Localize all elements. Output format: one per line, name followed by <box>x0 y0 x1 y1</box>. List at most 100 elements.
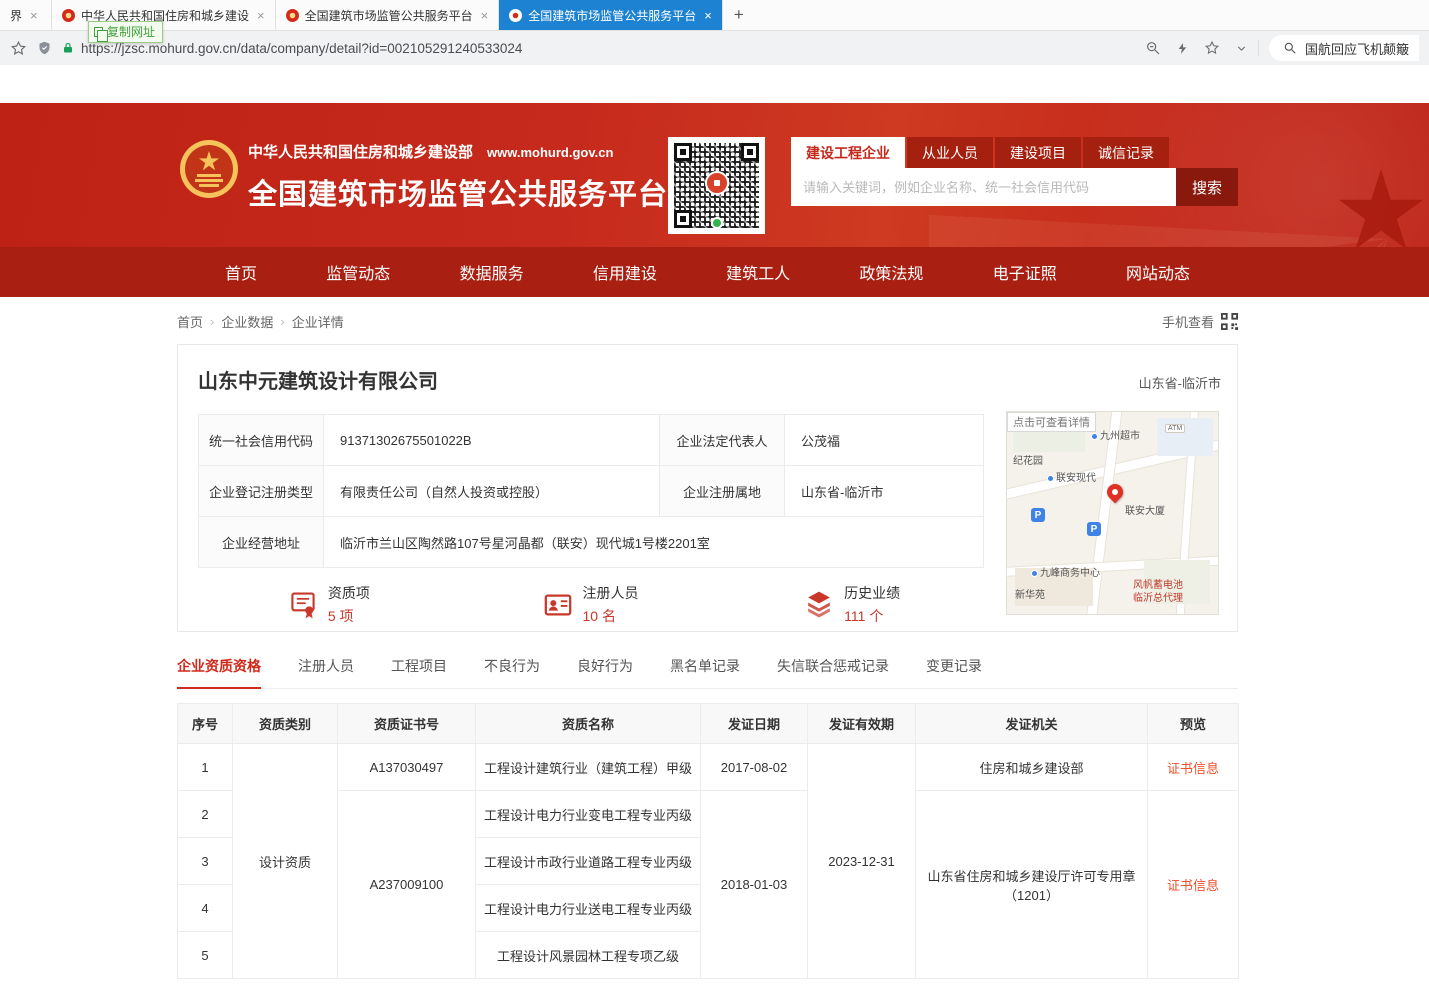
certificate-info-link[interactable]: 证书信息 <box>1148 791 1239 979</box>
poi-marker-icon <box>1091 433 1098 440</box>
mobile-view-label: 手机查看 <box>1162 312 1214 331</box>
atm-badge: ATM <box>1165 424 1185 433</box>
copy-url-tooltip: 复制网址 <box>88 21 163 43</box>
mobile-view-button[interactable]: 手机查看 <box>1162 312 1238 331</box>
cell-validity: 2023-12-31 <box>808 744 916 979</box>
nav-item-e-license[interactable]: 电子证照 <box>993 260 1057 284</box>
nav-item-site-news[interactable]: 网站动态 <box>1126 260 1190 284</box>
chevron-down-icon[interactable] <box>1235 42 1248 55</box>
close-icon[interactable] <box>257 8 265 23</box>
stat-qualifications: 资质项 5 项 <box>198 583 460 626</box>
nav-item-data-service[interactable]: 数据服务 <box>460 260 524 284</box>
search-tab-construction-enterprise[interactable]: 建设工程企业 <box>791 137 905 168</box>
tab-title: 全国建筑市场监管公共服务平台 <box>305 7 473 24</box>
close-icon[interactable] <box>481 8 489 23</box>
field-label: 统一社会信用代码 <box>199 415 324 466</box>
favorite-star-icon[interactable] <box>1204 40 1220 56</box>
qr-corner-icon <box>674 210 692 228</box>
platform-title: 全国建筑市场监管公共服务平台 <box>248 171 668 213</box>
close-icon[interactable] <box>30 8 38 23</box>
qualification-table: 序号 资质类别 资质证书号 资质名称 发证日期 发证有效期 发证机关 预览 1 … <box>177 703 1239 979</box>
field-value-legal-rep: 公茂福 <box>785 415 984 466</box>
platform-search-input[interactable] <box>791 168 1176 206</box>
map-poi-label: 九峰商务中心 <box>1031 564 1100 579</box>
search-category-tabs: 建设工程企业 从业人员 建设项目 诚信记录 <box>791 137 1238 168</box>
new-tab-button[interactable] <box>723 0 755 30</box>
col-header: 发证日期 <box>701 704 808 744</box>
tab-qualifications[interactable]: 企业资质资格 <box>177 656 261 689</box>
nav-item-home[interactable]: 首页 <box>225 260 257 284</box>
brand-block: 中华人民共和国住房和城乡建设部 www.mohurd.gov.cn 全国建筑市场… <box>248 141 668 213</box>
tab-blacklist[interactable]: 黑名单记录 <box>670 656 740 688</box>
browser-addressbar: https://jzsc.mohurd.gov.cn/data/company/… <box>0 31 1429 65</box>
bookmark-star-icon[interactable] <box>10 40 27 57</box>
breadcrumb-separator-icon <box>280 314 284 329</box>
breadcrumb-separator-icon <box>210 314 214 329</box>
browser-tab-jzsc-active[interactable]: 全国建筑市场监管公共服务平台 <box>499 0 723 30</box>
url-field[interactable]: https://jzsc.mohurd.gov.cn/data/company/… <box>62 41 1135 56</box>
search-tab-practitioners[interactable]: 从业人员 <box>907 137 993 168</box>
platform-search-area: 建设工程企业 从业人员 建设项目 诚信记录 搜索 <box>791 137 1238 206</box>
cell-cert-no: A137030497 <box>338 744 476 791</box>
shield-icon[interactable] <box>37 40 52 56</box>
field-value-registration-type: 有限责任公司（自然人投资或控股） <box>324 466 660 517</box>
flash-icon[interactable] <box>1176 41 1189 56</box>
lock-icon <box>62 41 74 55</box>
nav-item-policy[interactable]: 政策法规 <box>859 260 923 284</box>
qr-corner-icon <box>674 143 692 161</box>
col-header: 预览 <box>1148 704 1239 744</box>
cell-qual-name: 工程设计建筑行业（建筑工程）甲级 <box>476 744 701 791</box>
platform-search-button[interactable]: 搜索 <box>1176 168 1238 206</box>
search-tab-label: 建设项目 <box>1010 143 1066 163</box>
field-label: 企业法定代表人 <box>660 415 785 466</box>
search-tab-label: 从业人员 <box>922 143 978 163</box>
tab-dishonesty-records[interactable]: 失信联合惩戒记录 <box>777 656 889 688</box>
zoom-icon[interactable] <box>1145 40 1161 56</box>
copy-icon <box>94 27 103 37</box>
cell-no: 4 <box>178 885 233 932</box>
tab-favicon-icon <box>509 9 522 22</box>
close-icon[interactable] <box>704 8 712 23</box>
company-location-map[interactable]: 点击可查看详情 九州超市 ATM 纪花园 联安现代 联安大厦 P P 九峰商务中… <box>1006 411 1219 615</box>
stat-label: 注册人员 <box>583 583 639 603</box>
cell-authority: 住房和城乡建设部 <box>916 744 1148 791</box>
nav-item-credit[interactable]: 信用建设 <box>593 260 657 284</box>
search-tab-projects[interactable]: 建设项目 <box>995 137 1081 168</box>
cell-no: 1 <box>178 744 233 791</box>
company-name: 山东中元建筑设计有限公司 <box>198 365 1217 394</box>
breadcrumb-home[interactable]: 首页 <box>177 312 203 331</box>
search-tab-label: 建设工程企业 <box>806 143 890 163</box>
national-emblem-logo <box>179 139 239 199</box>
table-row: 1 设计资质 A137030497 工程设计建筑行业（建筑工程）甲级 2017-… <box>178 744 1239 791</box>
qr-code <box>668 137 765 234</box>
browser-tab-partial[interactable]: 界 <box>0 0 52 30</box>
tab-bad-behavior[interactable]: 不良行为 <box>484 656 540 688</box>
certificate-info-link[interactable]: 证书信息 <box>1148 744 1239 791</box>
stat-value: 111 个 <box>844 606 900 626</box>
tab-registered-personnel[interactable]: 注册人员 <box>298 656 354 688</box>
cell-issue-date: 2017-08-02 <box>701 744 808 791</box>
browser-search-box[interactable]: 国航回应飞机颠簸 <box>1269 35 1419 61</box>
company-summary-card: 山东中元建筑设计有限公司 山东省-临沂市 统一社会信用代码 9137130267… <box>177 344 1238 632</box>
company-region: 山东省-临沂市 <box>1139 373 1221 392</box>
qr-pattern <box>674 143 759 228</box>
layers-icon <box>804 590 834 620</box>
browser-tab-mohurd[interactable]: 中华人民共和国住房和城乡建设 <box>52 0 276 30</box>
tab-projects[interactable]: 工程项目 <box>391 656 447 688</box>
cell-authority: 山东省住房和城乡建设厅许可专用章（1201） <box>916 791 1148 979</box>
browser-search-suggestion: 国航回应飞机颠簸 <box>1305 39 1409 58</box>
search-tab-credit-records[interactable]: 诚信记录 <box>1083 137 1169 168</box>
cell-qual-name: 工程设计风景园林工程专项乙级 <box>476 932 701 979</box>
table-row: 2 A237009100 工程设计电力行业变电工程专业丙级 2018-01-03… <box>178 791 1239 838</box>
cell-no: 3 <box>178 838 233 885</box>
cell-qual-name: 工程设计市政行业道路工程专业丙级 <box>476 838 701 885</box>
breadcrumb-company-data[interactable]: 企业数据 <box>221 312 273 331</box>
nav-item-supervision[interactable]: 监管动态 <box>326 260 390 284</box>
cell-cert-no: A237009100 <box>338 791 476 979</box>
field-label: 企业注册属地 <box>660 466 785 517</box>
browser-tab-jzsc-1[interactable]: 全国建筑市场监管公共服务平台 <box>276 0 500 30</box>
ministry-site-url: www.mohurd.gov.cn <box>487 145 613 160</box>
tab-change-records[interactable]: 变更记录 <box>926 656 982 688</box>
tab-good-behavior[interactable]: 良好行为 <box>577 656 633 688</box>
nav-item-workers[interactable]: 建筑工人 <box>726 260 790 284</box>
